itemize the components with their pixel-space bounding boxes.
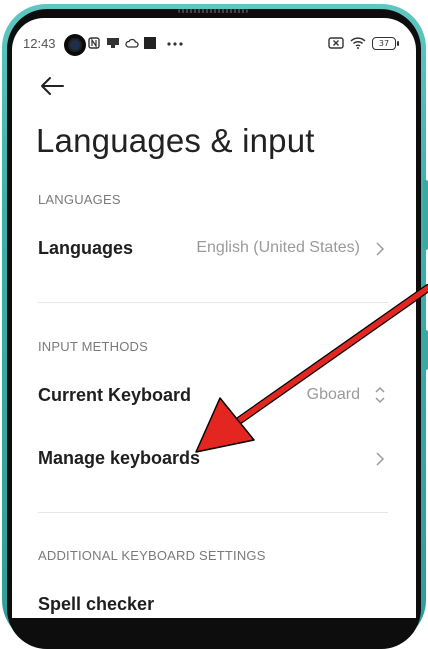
- languages-value: English (United States): [196, 239, 360, 256]
- section-header-input-methods: INPUT METHODS: [38, 339, 148, 354]
- wifi-icon: [350, 37, 366, 52]
- page-title: Languages & input: [36, 122, 315, 159]
- languages-row[interactable]: Languages English (United States): [36, 228, 390, 268]
- chevron-up-down-icon: [375, 386, 385, 404]
- device-frame: 12:43 37 Languages & input LANGUAGES Lan…: [0, 0, 428, 649]
- manage-keyboards-row[interactable]: Manage keyboards: [36, 438, 390, 478]
- languages-label: Languages: [38, 238, 134, 258]
- divider: [38, 302, 388, 303]
- more-dots-icon: [167, 35, 183, 51]
- phone-screen: 12:43 37 Languages & input LANGUAGES Lan…: [12, 18, 416, 618]
- cloud-icon: [125, 37, 139, 52]
- status-time: 12:43: [23, 36, 56, 51]
- back-button[interactable]: [38, 74, 66, 98]
- chevron-right-icon: [376, 242, 385, 256]
- spell-checker-row[interactable]: Spell checker: [36, 584, 390, 618]
- section-header-additional-keyboard-settings: ADDITIONAL KEYBOARD SETTINGS: [38, 548, 266, 563]
- cast-icon: [106, 37, 120, 52]
- back-arrow-icon: [41, 77, 64, 95]
- divider: [38, 512, 388, 513]
- volume-button: [423, 180, 428, 250]
- current-keyboard-label: Current Keyboard: [38, 385, 192, 405]
- square-icon: [144, 37, 156, 52]
- earpiece-speaker: [178, 9, 248, 13]
- section-header-languages: LANGUAGES: [38, 192, 121, 207]
- current-keyboard-row[interactable]: Current Keyboard Gboard: [36, 375, 390, 415]
- chevron-right-icon: [376, 452, 385, 466]
- sim-x-icon: [328, 37, 344, 52]
- current-keyboard-value: Gboard: [306, 386, 360, 403]
- status-bar: 12:43 37: [12, 18, 416, 56]
- power-button: [423, 330, 428, 370]
- manage-keyboards-label: Manage keyboards: [38, 448, 201, 468]
- battery-icon: 37: [372, 37, 399, 50]
- front-camera: [64, 34, 86, 56]
- nfc-icon: [88, 37, 100, 52]
- spell-checker-label: Spell checker: [38, 594, 155, 614]
